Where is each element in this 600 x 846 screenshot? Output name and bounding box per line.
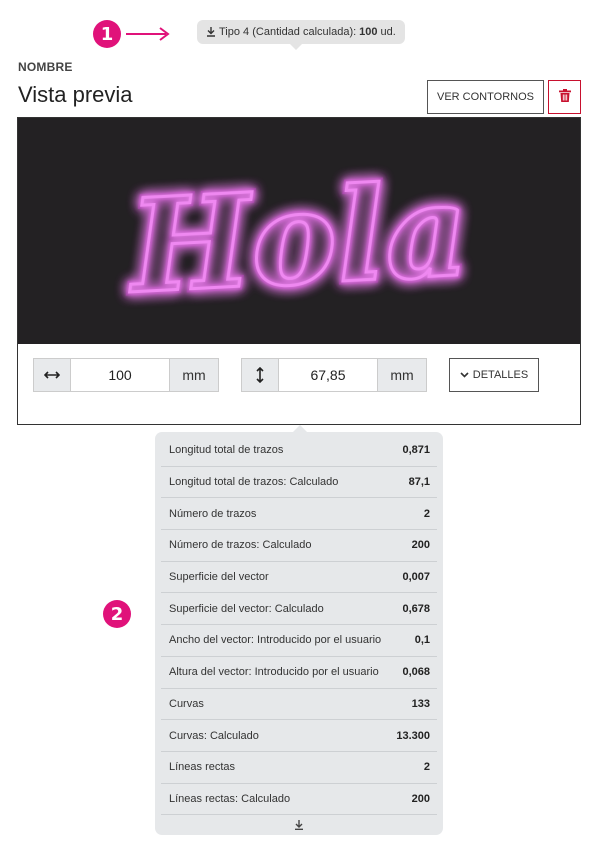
annotation-arrow-icon	[126, 27, 170, 41]
detail-row: Curvas 133	[161, 689, 437, 721]
detail-label: Líneas rectas	[169, 761, 236, 774]
annotation-badge-2: 2	[103, 600, 131, 628]
detail-label: Número de trazos	[169, 507, 257, 520]
detail-value: 200	[411, 539, 430, 552]
detail-label: Líneas rectas: Calculado	[169, 792, 291, 805]
detail-label: Curvas: Calculado	[169, 729, 259, 742]
tooltip-value: 100	[359, 26, 378, 38]
name-label: NOMBRE	[18, 60, 73, 74]
height-input[interactable]: 67,85	[279, 359, 378, 391]
vertical-arrows-icon	[242, 359, 279, 391]
width-field: 100 mm	[33, 358, 219, 392]
trash-icon	[558, 89, 571, 105]
chevron-down-icon	[460, 369, 469, 381]
detail-row: Número de trazos: Calculado 200	[161, 530, 437, 562]
detail-value: 133	[411, 697, 430, 710]
detail-row: Altura del vector: Introducido por el us…	[161, 657, 437, 689]
width-input[interactable]: 100	[71, 359, 170, 391]
detail-row: Curvas: Calculado 13.300	[161, 720, 437, 752]
width-unit: mm	[170, 359, 218, 391]
download-icon	[206, 27, 216, 37]
detail-value: 0,871	[402, 444, 430, 457]
details-button[interactable]: DETALLES	[449, 358, 539, 392]
detail-row: Líneas rectas 2	[161, 752, 437, 784]
detail-label: Curvas	[169, 697, 204, 710]
detail-value: 2	[423, 507, 430, 520]
details-panel: Longitud total de trazos 0,871 Longitud to…	[155, 425, 443, 835]
delete-button[interactable]	[548, 80, 581, 114]
detail-row: Longitud total de trazos: Calculado 87,1	[161, 467, 437, 499]
detail-value: 0,678	[402, 602, 430, 615]
height-field: 67,85 mm	[241, 358, 427, 392]
annotation-badge-1: 1	[93, 20, 121, 48]
expand-down-icon[interactable]	[161, 815, 437, 835]
detail-row: Líneas rectas: Calculado 200	[161, 784, 437, 816]
detail-value: 2	[423, 761, 430, 774]
detail-label: Número de trazos: Calculado	[169, 539, 312, 552]
detail-label: Longitud total de trazos: Calculado	[169, 476, 339, 489]
detail-label: Superficie del vector: Calculado	[169, 602, 324, 615]
detail-value: 0,007	[402, 571, 430, 584]
detail-label: Altura del vector: Introducido por el us…	[169, 666, 379, 679]
detail-label: Ancho del vector: Introducido por el usu…	[169, 634, 382, 647]
details-button-label: DETALLES	[472, 369, 529, 381]
detail-value: 0,1	[414, 634, 430, 647]
detail-value: 0,068	[402, 666, 430, 679]
detail-label: Superficie del vector	[169, 571, 269, 584]
quantity-tooltip: Tipo 4 (Cantidad calculada): 100 ud.	[197, 20, 405, 50]
detail-label: Longitud total de trazos	[169, 444, 284, 457]
detail-row: Número de trazos 2	[161, 498, 437, 531]
neon-preview: Hola Hola	[18, 118, 580, 344]
neon-text-glow: Hola	[123, 155, 471, 323]
view-contours-button[interactable]: VER CONTORNOS	[427, 80, 544, 114]
neon-text-graphic: Hola Hola	[120, 152, 475, 327]
horizontal-arrows-icon	[34, 359, 71, 391]
detail-row: Superficie del vector: Calculado 0,678	[161, 593, 437, 626]
detail-value: 87,1	[408, 476, 430, 489]
detail-value: 200	[411, 792, 430, 805]
detail-row: Superficie del vector 0,007	[161, 562, 437, 594]
detail-value: 13.300	[396, 729, 430, 742]
height-unit: mm	[378, 359, 426, 391]
detail-row: Longitud total de trazos 0,871	[161, 435, 437, 467]
preview-card: Hola Hola 100 mm 67,85 mm DETALLES	[17, 117, 581, 425]
detail-row: Ancho del vector: Introducido por el usu…	[161, 625, 437, 657]
page-title: Vista previa	[18, 82, 133, 107]
tooltip-text: Tipo 4 (Cantidad calculada):	[219, 26, 357, 38]
tooltip-unit: ud.	[380, 26, 396, 38]
